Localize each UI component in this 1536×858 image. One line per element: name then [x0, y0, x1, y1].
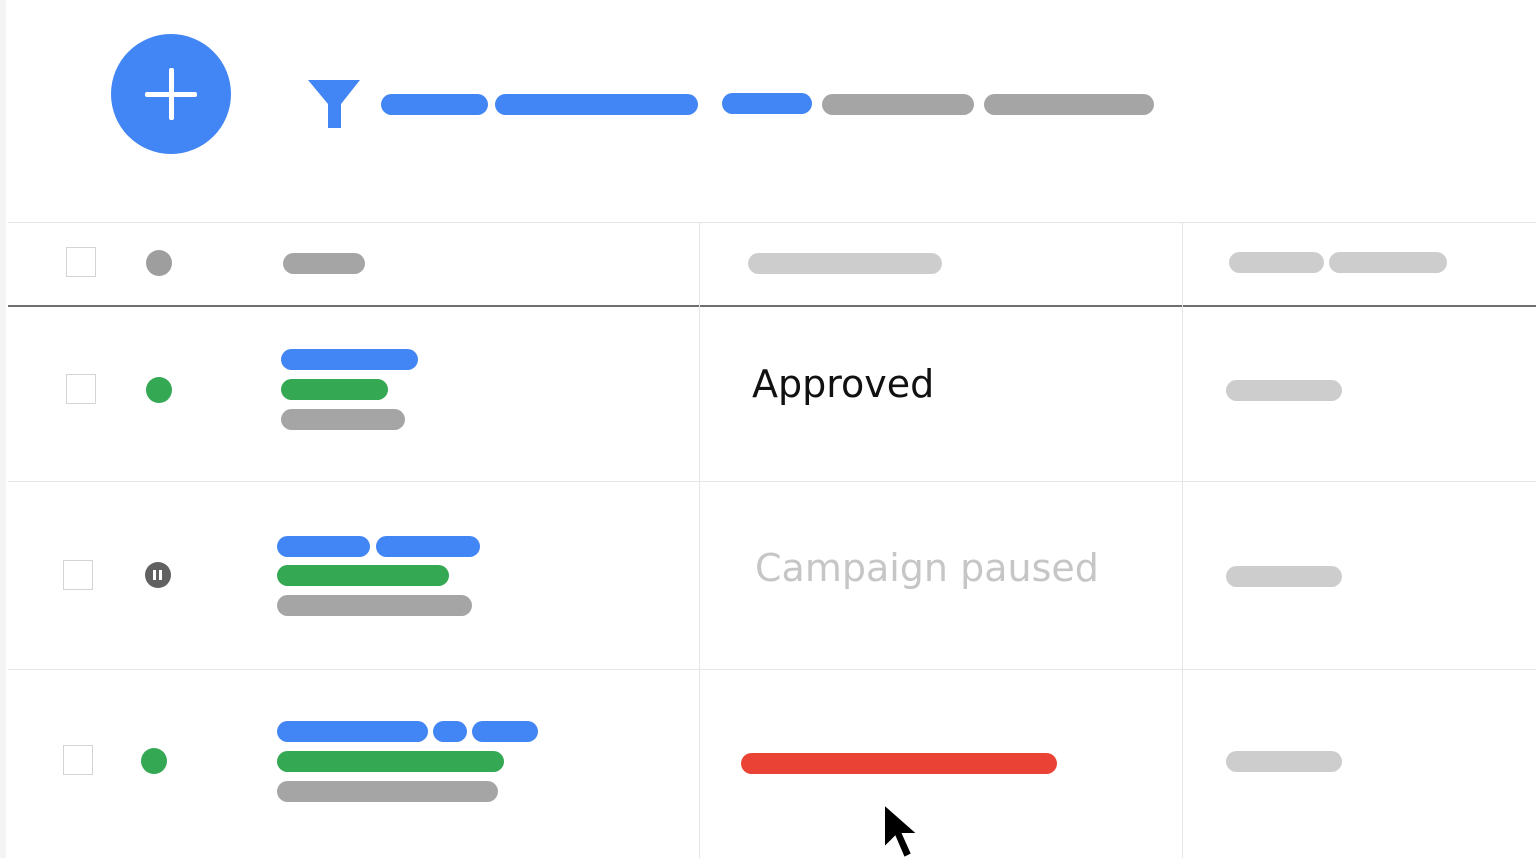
- filter-chip[interactable]: [822, 94, 974, 115]
- campaign-detail-line: [281, 409, 405, 430]
- left-edge: [0, 0, 6, 858]
- campaign-detail-line: [281, 379, 388, 400]
- row-checkbox[interactable]: [66, 374, 96, 404]
- metric-value: [1226, 751, 1342, 772]
- filter-chip[interactable]: [495, 94, 698, 115]
- column-header-status[interactable]: [748, 253, 942, 274]
- column-header-metric-2[interactable]: [1329, 252, 1447, 273]
- select-all-checkbox[interactable]: [66, 247, 96, 277]
- column-header-metric[interactable]: [1229, 252, 1324, 273]
- paused-icon: [145, 562, 171, 588]
- campaign-name-line[interactable]: [277, 536, 370, 557]
- row-divider: [8, 481, 1536, 482]
- status-error-bar[interactable]: [741, 753, 1057, 774]
- campaign-name-line[interactable]: [376, 536, 480, 557]
- column-divider: [1182, 223, 1183, 858]
- status-column-icon: [146, 250, 172, 276]
- filter-icon[interactable]: [308, 78, 360, 130]
- add-button[interactable]: [111, 34, 231, 154]
- status-dot-active: [146, 377, 172, 403]
- mouse-cursor-icon: [883, 802, 921, 858]
- campaign-name-line[interactable]: [281, 349, 418, 370]
- metric-value: [1226, 566, 1342, 587]
- filter-chip[interactable]: [984, 94, 1154, 115]
- row-checkbox[interactable]: [63, 560, 93, 590]
- plus-icon-vertical: [169, 68, 174, 120]
- campaign-table-page: Approved Campaign paused: [0, 0, 1536, 858]
- row-divider: [8, 669, 1536, 670]
- column-header-name[interactable]: [283, 253, 365, 274]
- filter-chip[interactable]: [381, 94, 488, 115]
- metric-value: [1226, 380, 1342, 401]
- filter-chip[interactable]: [722, 93, 812, 114]
- campaign-name-line[interactable]: [433, 721, 467, 742]
- campaign-detail-line: [277, 595, 472, 616]
- campaign-name-line[interactable]: [277, 721, 428, 742]
- status-text: Campaign paused: [755, 546, 1099, 590]
- status-dot-active: [141, 748, 167, 774]
- campaign-name-line[interactable]: [472, 721, 538, 742]
- campaign-detail-line: [277, 565, 449, 586]
- table-top-border: [8, 222, 1536, 223]
- status-text: Approved: [752, 362, 935, 406]
- column-divider: [699, 223, 700, 858]
- row-checkbox[interactable]: [63, 745, 93, 775]
- campaign-detail-line: [277, 751, 504, 772]
- campaign-detail-line: [277, 781, 498, 802]
- table-header-divider: [8, 305, 1536, 307]
